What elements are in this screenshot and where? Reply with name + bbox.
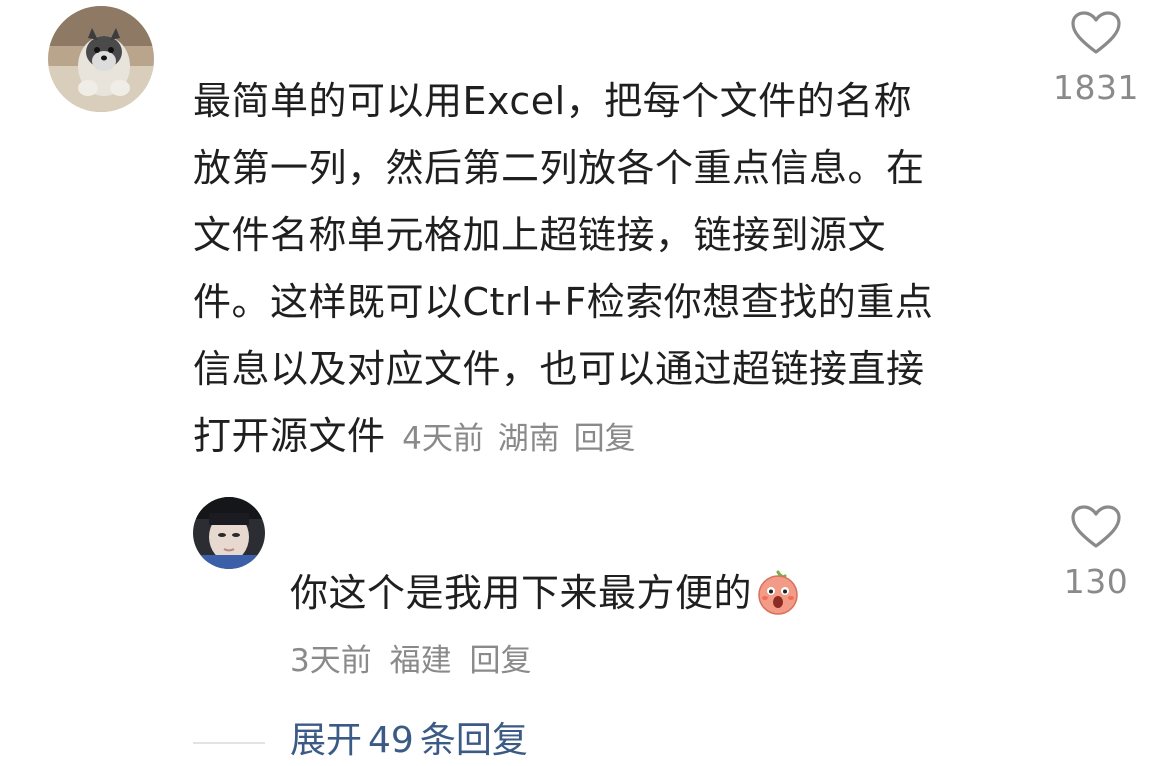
- comment-line: 件。这样既可以Ctrl+F检索你想查找的重点: [193, 280, 934, 324]
- reply-like: 130: [1048, 504, 1144, 601]
- comment-body: 最简单的可以用Excel，把每个文件的名称 放第一列，然后第二列放各个重点信息。…: [193, 68, 1013, 473]
- commenter-avatar[interactable]: [48, 6, 154, 112]
- comment-reply-button[interactable]: 回复: [574, 421, 636, 457]
- comment-line: 文件名称单元格加上超链接，链接到源文: [193, 213, 887, 257]
- expand-label: 展开: [290, 720, 363, 761]
- reply-reply-button[interactable]: 回复: [469, 643, 531, 679]
- comment-line: 信息以及对应文件，也可以通过超链接直接: [193, 347, 925, 391]
- comment-like: 1831: [1048, 10, 1144, 107]
- replier-avatar[interactable]: [193, 497, 265, 569]
- dog-avatar-icon: [48, 6, 154, 112]
- reply-location: 福建: [389, 643, 452, 679]
- surprised-emoji-icon: [754, 568, 802, 634]
- comment-location: 湖南: [497, 421, 560, 457]
- expand-replies-button[interactable]: 展开 49 条回复: [290, 716, 534, 766]
- person-avatar-icon: [193, 497, 265, 569]
- divider: [193, 742, 265, 744]
- heart-icon[interactable]: [1070, 504, 1122, 550]
- comment-line: 最简单的可以用Excel，把每个文件的名称: [193, 79, 913, 123]
- like-count: 1831: [1053, 68, 1139, 107]
- comment-time: 4天前: [402, 421, 484, 457]
- comment-line: 打开源文件: [193, 414, 386, 458]
- like-count: 130: [1063, 562, 1129, 601]
- comment-line: 放第一列，然后第二列放各个重点信息。在: [193, 146, 925, 190]
- comment-line-last: 打开源文件 4天前 湖南 回复: [193, 403, 1013, 473]
- comment-meta: 4天前 湖南 回复: [398, 421, 635, 457]
- heart-icon[interactable]: [1070, 10, 1122, 56]
- reply-text: 你这个是我用下来最方便的: [290, 571, 753, 615]
- expand-count: 49: [368, 720, 414, 761]
- reply-meta: 3天前 福建 回复: [290, 636, 539, 686]
- reply-time: 3天前: [290, 643, 372, 679]
- reply-body: 你这个是我用下来最方便的: [290, 562, 802, 634]
- expand-suffix: 条回复: [419, 720, 528, 761]
